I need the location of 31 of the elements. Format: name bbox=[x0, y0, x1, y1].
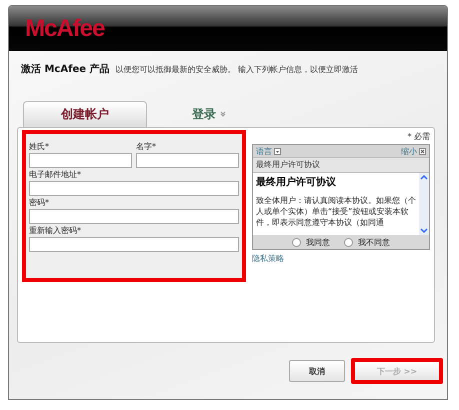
field-label: 姓氏* bbox=[29, 141, 50, 153]
field-label: 密码* bbox=[29, 197, 50, 209]
chevron-down-icon bbox=[220, 111, 226, 117]
brand-logo: McAfee bbox=[25, 14, 104, 42]
input-field[interactable] bbox=[136, 153, 239, 168]
field-label: 电子邮件地址* bbox=[29, 169, 82, 181]
dialog-button[interactable]: 取消 bbox=[289, 360, 345, 382]
intro-title: 激活 McAfee 产品 bbox=[21, 64, 110, 75]
collapse-icon bbox=[419, 148, 426, 154]
input-field[interactable] bbox=[29, 209, 239, 224]
scroll-up-icon bbox=[420, 173, 428, 181]
intro-text: 以便您可以抵御最新的安全威胁。 输入下列帐户信息，以便立即激活 bbox=[116, 65, 358, 74]
dropdown-icon bbox=[274, 148, 281, 154]
field-label: 名字* bbox=[136, 141, 157, 153]
tab[interactable]: 登录 bbox=[147, 101, 271, 127]
eula-title: 最终用户许可协议 bbox=[253, 157, 429, 173]
input-field[interactable] bbox=[29, 153, 132, 168]
field-label: 重新输入密码* bbox=[29, 225, 82, 237]
tab[interactable]: 创建帐户 bbox=[23, 101, 147, 127]
collapse-link[interactable]: 缩小 bbox=[401, 146, 426, 156]
required-note: * 必需 bbox=[407, 131, 430, 143]
radio-option[interactable]: 我不同意 bbox=[344, 236, 390, 248]
privacy-link[interactable]: 隐私策略 bbox=[252, 253, 430, 264]
scroll-down-icon bbox=[420, 227, 428, 235]
input-field[interactable] bbox=[29, 237, 239, 252]
language-menu[interactable]: 语言 bbox=[256, 146, 281, 156]
scrollbar[interactable] bbox=[419, 173, 429, 235]
radio-option[interactable]: 我同意 bbox=[292, 236, 330, 248]
eula-heading: 最终用户许可协议 bbox=[256, 175, 337, 189]
input-field[interactable] bbox=[29, 181, 239, 196]
eula-text: 致全体用户：请认真阅读本协议。如果您（个人或单个实体）单击“接受”按钮或安装本软件，即表示同意遵守本协议（如同通 bbox=[256, 195, 416, 228]
